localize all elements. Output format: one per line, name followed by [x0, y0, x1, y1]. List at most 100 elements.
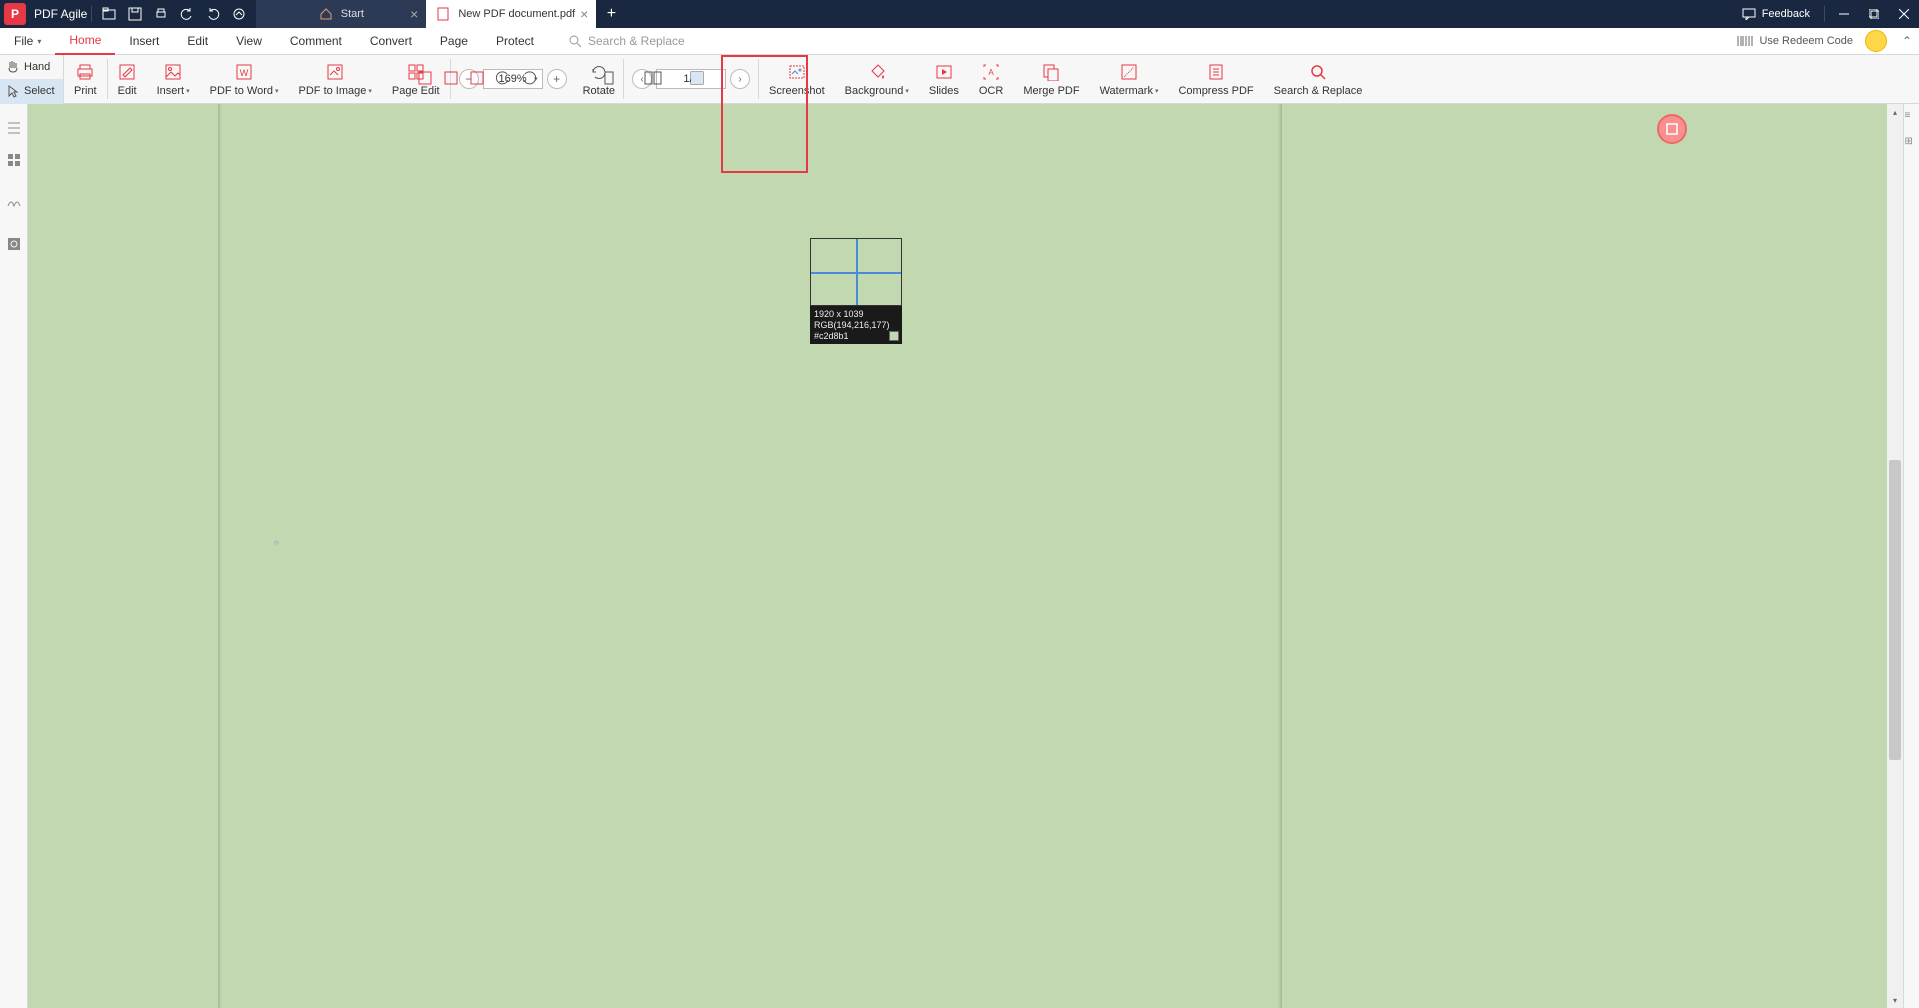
slides-button[interactable]: Slides	[919, 55, 969, 104]
save-icon[interactable]	[122, 0, 148, 28]
highlight-tool-icon[interactable]	[414, 67, 436, 89]
insert-button[interactable]: Insert	[147, 55, 200, 104]
svg-text:W: W	[240, 68, 249, 78]
merge-pdf-label: Merge PDF	[1023, 85, 1079, 97]
rotate-right-icon[interactable]	[518, 67, 540, 89]
strikeout-tool-icon[interactable]	[466, 67, 488, 89]
to-image-icon	[326, 63, 344, 81]
close-icon[interactable]: ×	[410, 6, 418, 22]
background-button[interactable]: Background	[835, 55, 919, 104]
pdf-to-image-button[interactable]: PDF to Image	[289, 55, 382, 104]
select-label: Select	[24, 85, 55, 97]
titlebar: P PDF Agile Start × New PDF document.pdf…	[0, 0, 1919, 28]
search-icon	[568, 34, 582, 48]
home-icon[interactable]	[226, 0, 252, 28]
cursor-icon	[6, 84, 20, 98]
open-icon[interactable]	[96, 0, 122, 28]
menu-file[interactable]: File	[0, 28, 55, 55]
zoom-in-button[interactable]: +	[547, 69, 567, 89]
mini-tool-2-icon[interactable]: ⊞	[1905, 136, 1919, 150]
magnifier-info: 1920 x 1039 RGB(194,216,177) #c2d8b1	[810, 306, 902, 344]
select-mode-button[interactable]: Select	[0, 79, 63, 104]
app-title: PDF Agile	[34, 7, 87, 21]
edit-button[interactable]: Edit	[108, 55, 147, 104]
bookmarks-panel-icon[interactable]	[4, 118, 24, 138]
play-icon	[935, 63, 953, 81]
rotate-left-icon[interactable]	[492, 67, 514, 89]
scroll-down-button[interactable]: ▾	[1887, 992, 1903, 1008]
search-box[interactable]: Search & Replace	[568, 34, 685, 48]
mini-tool-1-icon[interactable]: ≡	[1905, 110, 1919, 124]
print-icon[interactable]	[148, 0, 174, 28]
cursor-position-marker	[274, 532, 282, 540]
magnifier-dimensions: 1920 x 1039	[814, 309, 898, 320]
slides-label: Slides	[929, 85, 959, 97]
search-placeholder: Search & Replace	[588, 34, 685, 48]
pdf-to-word-label: PDF to Word	[210, 85, 279, 97]
pdf-file-icon	[436, 7, 450, 21]
scroll-up-button[interactable]: ▴	[1887, 104, 1903, 120]
mode-column: Hand Select	[0, 55, 64, 104]
magnifier-icon	[1309, 63, 1327, 81]
print-label: Print	[74, 85, 97, 97]
magnifier-swatch	[889, 331, 899, 341]
redeem-button[interactable]: Use Redeem Code	[1737, 35, 1853, 47]
hand-mode-button[interactable]: Hand	[0, 55, 63, 80]
continuous-page-icon[interactable]	[686, 67, 708, 89]
tab-strip: Start × New PDF document.pdf × +	[256, 0, 626, 28]
next-page-button[interactable]: ›	[730, 69, 750, 89]
app-logo: P	[4, 3, 26, 25]
home-tab-icon	[319, 7, 333, 21]
tab-start[interactable]: Start ×	[256, 0, 426, 28]
pdf-to-image-label: PDF to Image	[299, 85, 372, 97]
close-icon[interactable]: ×	[580, 6, 588, 22]
ocr-icon: A	[982, 63, 1000, 81]
menu-protect[interactable]: Protect	[482, 28, 548, 55]
workspace: 1920 x 1039 RGB(194,216,177) #c2d8b1 ▴ ▾…	[0, 104, 1919, 1008]
menu-comment[interactable]: Comment	[276, 28, 356, 55]
new-tab-button[interactable]: +	[596, 0, 626, 28]
single-page-icon[interactable]	[598, 67, 620, 89]
ocr-button[interactable]: A OCR	[969, 55, 1013, 104]
hand-label: Hand	[24, 61, 50, 73]
pdf-to-word-button[interactable]: W PDF to Word	[200, 55, 289, 104]
menu-insert[interactable]: Insert	[115, 28, 173, 55]
feedback-label: Feedback	[1762, 8, 1810, 20]
underline-tool-icon[interactable]	[440, 67, 462, 89]
menu-home[interactable]: Home	[55, 28, 115, 55]
page-edge-left	[218, 104, 222, 1008]
menu-edit[interactable]: Edit	[173, 28, 222, 55]
menu-view[interactable]: View	[222, 28, 276, 55]
two-page-icon[interactable]	[642, 67, 664, 89]
menu-page[interactable]: Page	[426, 28, 482, 55]
menu-convert[interactable]: Convert	[356, 28, 426, 55]
maximize-button[interactable]	[1859, 0, 1889, 28]
close-button[interactable]	[1889, 0, 1919, 28]
tab-label: Start	[341, 8, 364, 20]
compress-pdf-label: Compress PDF	[1178, 85, 1253, 97]
signature-panel-icon[interactable]	[4, 192, 24, 212]
compress-pdf-button[interactable]: Compress PDF	[1168, 55, 1263, 104]
search-panel-icon[interactable]	[4, 234, 24, 254]
collapse-ribbon-button[interactable]: ⌃	[1895, 34, 1919, 48]
tab-document[interactable]: New PDF document.pdf ×	[426, 0, 596, 28]
watermark-button[interactable]: Watermark	[1090, 55, 1169, 104]
undo-icon[interactable]	[174, 0, 200, 28]
scroll-track[interactable]	[1887, 120, 1903, 992]
floating-action-button[interactable]	[1657, 114, 1687, 144]
user-avatar[interactable]	[1865, 30, 1887, 52]
feedback-button[interactable]: Feedback	[1732, 8, 1820, 20]
vertical-scrollbar[interactable]: ▴ ▾	[1887, 104, 1903, 1008]
minimize-button[interactable]	[1829, 0, 1859, 28]
scroll-thumb[interactable]	[1889, 460, 1901, 760]
print-button[interactable]: Print	[64, 55, 107, 104]
merge-pdf-button[interactable]: Merge PDF	[1013, 55, 1089, 104]
redo-icon[interactable]	[200, 0, 226, 28]
document-canvas[interactable]: 1920 x 1039 RGB(194,216,177) #c2d8b1	[28, 104, 1887, 1008]
thumbnails-panel-icon[interactable]	[4, 150, 24, 170]
screenshot-button[interactable]: Screenshot	[759, 55, 835, 104]
search-replace-button[interactable]: Search & Replace	[1264, 55, 1373, 104]
magnifier-rgb: RGB(194,216,177)	[814, 320, 898, 331]
printer-icon	[75, 63, 95, 81]
image-icon	[164, 63, 182, 81]
